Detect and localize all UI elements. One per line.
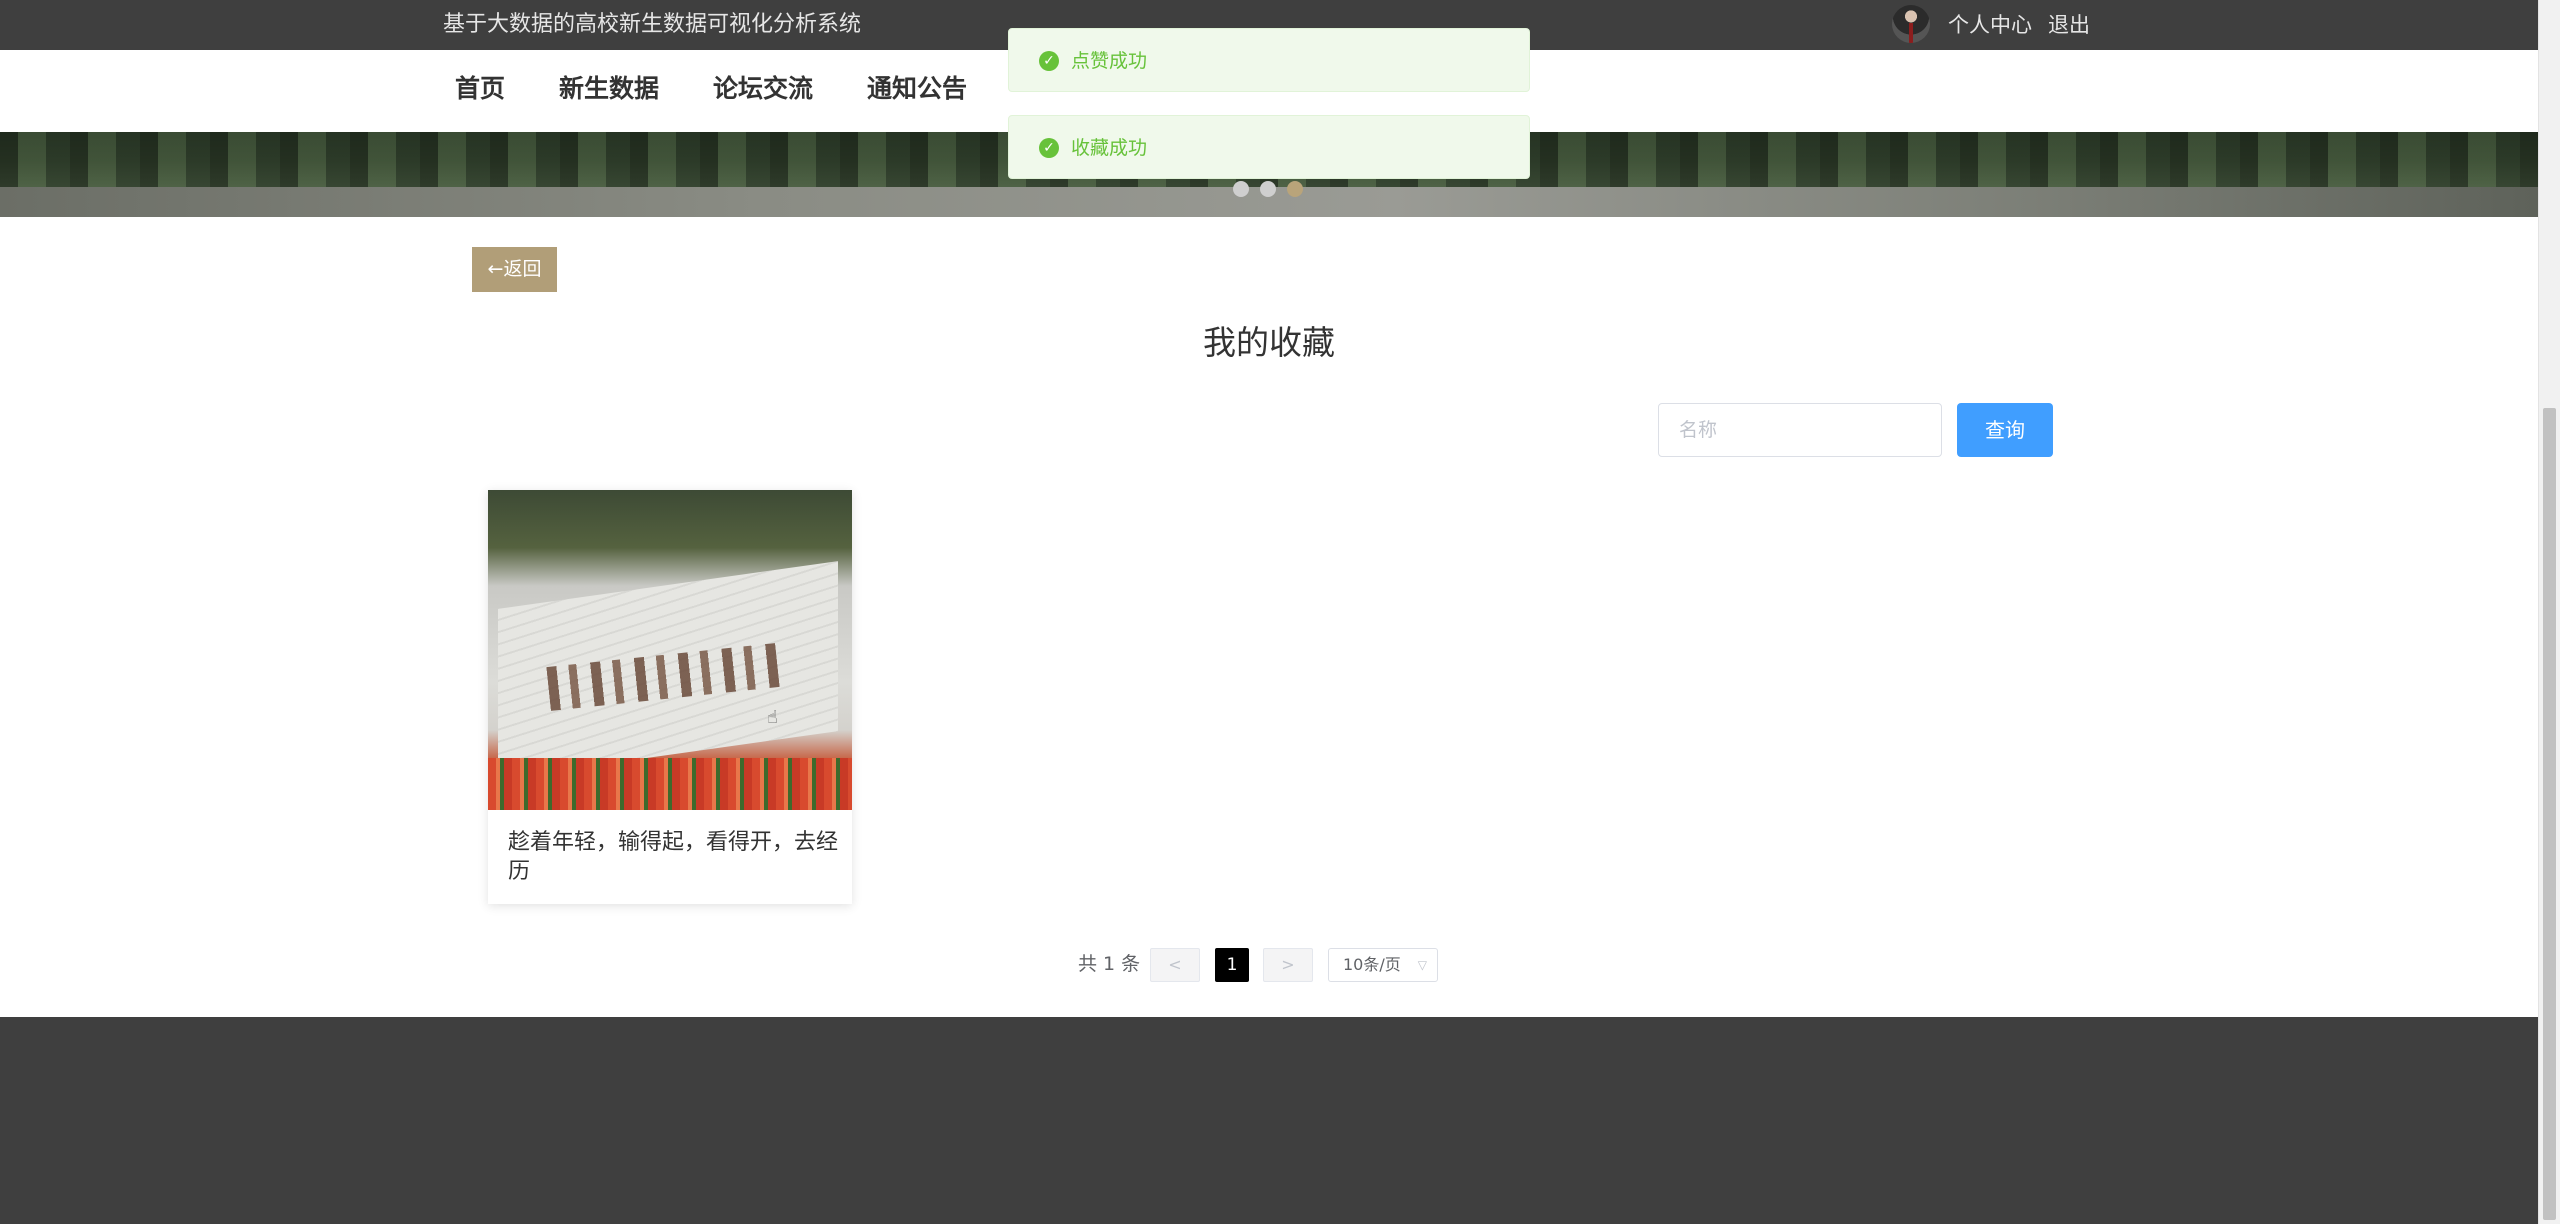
carousel-dot-1[interactable] <box>1233 181 1249 197</box>
card-title: 趁着年轻，输得起，看得开，去经历 <box>508 830 839 884</box>
toast-message: 收藏成功 <box>1071 137 1148 159</box>
flower-bed <box>488 758 852 810</box>
search-input[interactable] <box>1658 403 1942 457</box>
next-page-button[interactable]: > <box>1263 948 1313 982</box>
prev-page-button[interactable]: < <box>1150 948 1200 982</box>
toast-like-success: ✓ 点赞成功 <box>1008 28 1530 92</box>
logout-link[interactable]: 退出 <box>2048 12 2090 38</box>
page-scrollbar[interactable] <box>2538 0 2560 1224</box>
nav-item-notices[interactable]: 通知公告 <box>867 72 967 106</box>
scrollbar-thumb[interactable] <box>2543 408 2556 1220</box>
site-title: 基于大数据的高校新生数据可视化分析系统 <box>443 12 862 37</box>
toast-message: 点赞成功 <box>1071 50 1148 72</box>
carousel-dot-2[interactable] <box>1260 181 1276 197</box>
search-button[interactable]: 查询 <box>1957 403 2053 457</box>
check-circle-icon: ✓ <box>1039 51 1059 71</box>
chevron-down-icon: ▽ <box>1417 958 1427 972</box>
page-title: 我的收藏 <box>1203 323 1335 362</box>
page-size-select[interactable]: 10条/页 ▽ <box>1328 948 1438 982</box>
favorite-card[interactable]: 趁着年轻，输得起，看得开，去经历 <box>488 490 852 904</box>
nav-item-home[interactable]: 首页 <box>455 72 505 106</box>
nav-item-student-data[interactable]: 新生数据 <box>559 72 659 106</box>
pagination-total: 共 1 条 <box>1078 953 1141 975</box>
back-button[interactable]: ←返回 <box>472 247 557 292</box>
nav-item-forum[interactable]: 论坛交流 <box>713 72 813 106</box>
hand-cursor-icon: ☝ <box>767 707 778 728</box>
card-image <box>488 490 852 810</box>
footer <box>0 1017 2538 1224</box>
page-number-current[interactable]: 1 <box>1215 948 1249 982</box>
carousel-dot-3[interactable] <box>1287 181 1303 197</box>
toast-favorite-success: ✓ 收藏成功 <box>1008 115 1530 179</box>
check-circle-icon: ✓ <box>1039 138 1059 158</box>
page-size-value: 10条/页 <box>1343 955 1401 974</box>
user-avatar[interactable] <box>1892 5 1930 43</box>
user-center-link[interactable]: 个人中心 <box>1948 12 2032 38</box>
